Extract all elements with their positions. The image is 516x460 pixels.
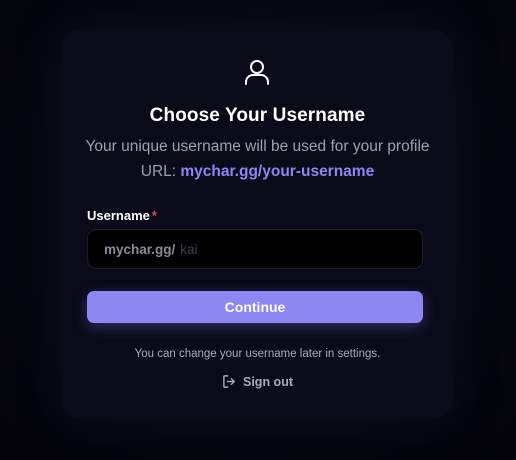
username-placeholder: kai bbox=[180, 241, 198, 257]
url-prefix: mychar.gg/ bbox=[104, 241, 176, 257]
required-asterisk: * bbox=[151, 208, 157, 223]
subtitle: Your unique username will be used for yo… bbox=[82, 134, 433, 184]
username-label-text: Username bbox=[87, 208, 150, 223]
continue-button[interactable]: Continue bbox=[87, 291, 423, 323]
page-title: Choose Your Username bbox=[149, 105, 366, 126]
page-background: Choose Your Username Your unique usernam… bbox=[0, 0, 516, 460]
settings-note: You can change your username later in se… bbox=[134, 348, 381, 360]
sign-out-button[interactable]: Sign out bbox=[222, 374, 293, 389]
username-input[interactable]: mychar.gg/ kai bbox=[87, 229, 423, 269]
profile-url-example: mychar.gg/your-username bbox=[180, 163, 375, 180]
user-icon bbox=[242, 57, 272, 87]
sign-out-label: Sign out bbox=[243, 374, 293, 389]
username-card: Choose Your Username Your unique usernam… bbox=[62, 30, 453, 418]
sign-out-icon bbox=[223, 375, 235, 388]
username-label: Username * bbox=[87, 208, 157, 223]
